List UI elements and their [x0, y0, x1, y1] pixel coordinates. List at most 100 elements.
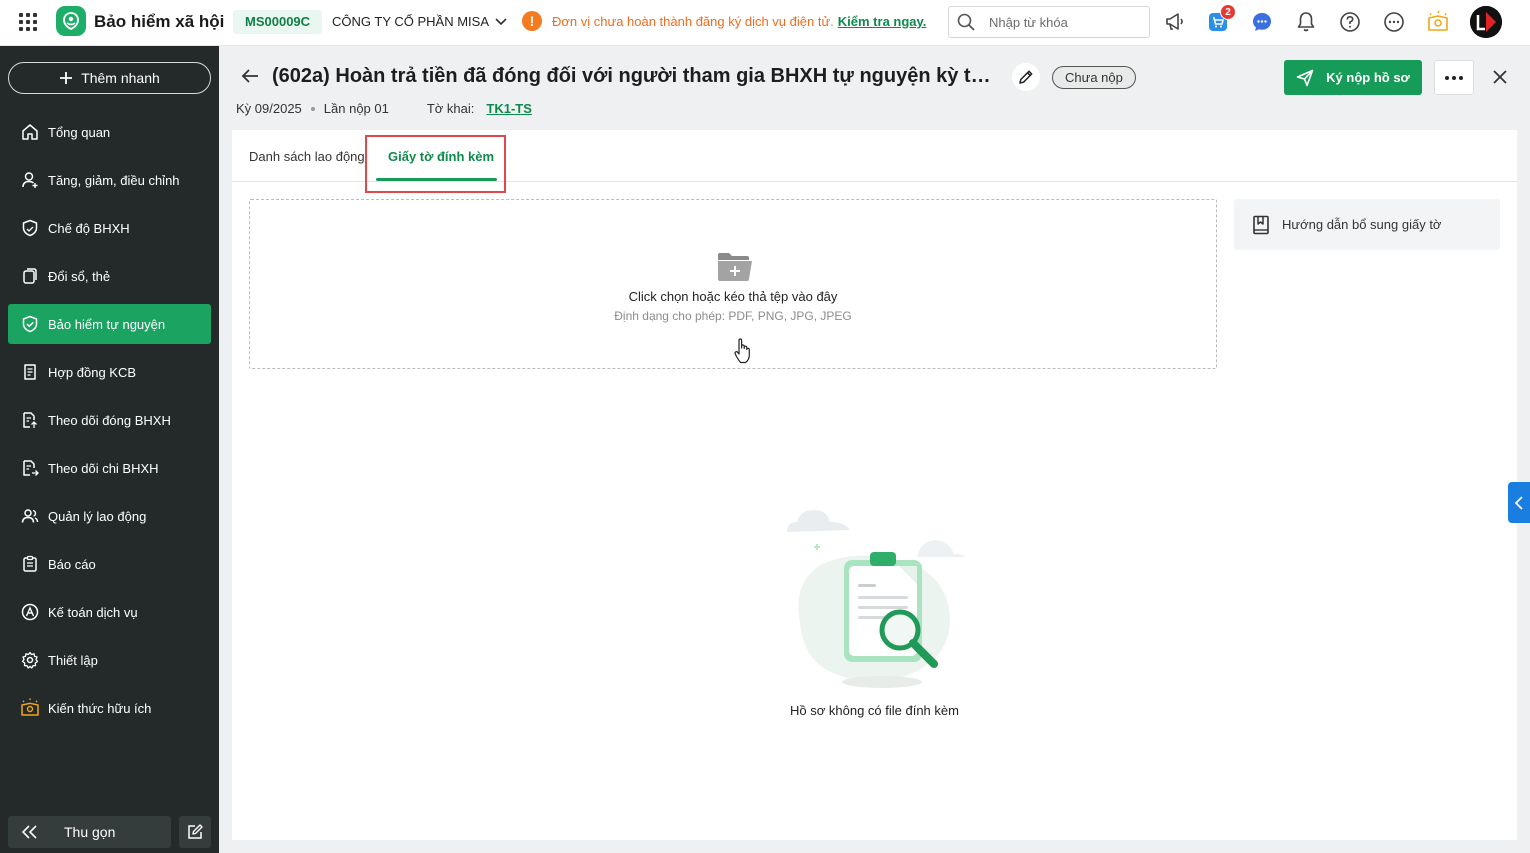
- lightbulb-icon[interactable]: [1426, 10, 1450, 34]
- knowledge-icon: [20, 698, 40, 718]
- sidebar-item-label: Kiến thức hữu ích: [48, 700, 152, 716]
- top-bar: Bảo hiểm xã hội MS00009C CÔNG TY CỔ PHẦN…: [0, 0, 1530, 46]
- accounting-icon: [20, 602, 40, 622]
- sidebar-item-kcb-contract[interactable]: Hợp đồng KCB: [8, 352, 211, 392]
- form-code-link[interactable]: TK1-TS: [486, 101, 532, 116]
- hand-cursor-icon: [734, 338, 752, 364]
- sidebar-item-accounting-service[interactable]: Kế toán dịch vụ: [8, 592, 211, 632]
- submission-count: Lần nộp 01: [323, 101, 389, 116]
- sidebar-item-reports[interactable]: Báo cáo: [8, 544, 211, 584]
- help-icon[interactable]: [1338, 10, 1362, 34]
- app-title: Bảo hiểm xã hội: [94, 12, 225, 31]
- sidebar-item-overview[interactable]: Tổng quan: [8, 112, 211, 152]
- sidebar-item-label: Quản lý lao động: [48, 508, 147, 524]
- contract-icon: [20, 362, 40, 382]
- avatar[interactable]: [1470, 6, 1502, 38]
- edit-menu-button[interactable]: [179, 816, 211, 848]
- sidebar-item-voluntary-insurance[interactable]: Bảo hiểm tự nguyện: [8, 304, 211, 344]
- search-icon: [957, 13, 975, 31]
- highlight-box: [365, 135, 506, 193]
- sidebar-item-label: Báo cáo: [48, 556, 96, 572]
- tab-bar: Danh sách lao động Giấy tờ đính kèm: [232, 130, 1517, 193]
- content-panel: Danh sách lao động Giấy tờ đính kèm Clic…: [232, 130, 1517, 840]
- app-logo: [56, 6, 86, 36]
- sidebar-item-label: Thiết lập: [48, 652, 98, 668]
- warning-message: Đơn vị chưa hoàn thành đăng ký dịch vụ đ…: [552, 14, 926, 29]
- submit-label: Ký nộp hồ sơ: [1326, 70, 1410, 85]
- sidebar-item-label: Kế toán dịch vụ: [48, 604, 138, 620]
- chevron-down-icon: [495, 17, 507, 25]
- search-input[interactable]: [989, 14, 1139, 30]
- card-icon: [20, 266, 40, 286]
- gear-icon: [20, 650, 40, 670]
- guide-label: Hướng dẫn bổ sung giấy tờ: [1282, 217, 1442, 232]
- sidebar-item-label: Tổng quan: [48, 124, 111, 140]
- send-icon: [1296, 69, 1314, 86]
- sidebar-item-card-exchange[interactable]: Đổi sổ, thẻ: [8, 256, 211, 296]
- warning-icon: !: [522, 11, 542, 31]
- double-chevron-left-icon: [22, 825, 38, 839]
- pencil-icon: [1019, 70, 1033, 84]
- sidebar-item-settings[interactable]: Thiết lập: [8, 640, 211, 680]
- empty-state-illustration: [782, 502, 972, 692]
- collapse-button[interactable]: Thu gọn: [8, 816, 171, 848]
- side-panel-toggle[interactable]: [1508, 482, 1530, 523]
- edit-icon: [188, 824, 203, 839]
- cart-badge: 2: [1220, 4, 1236, 20]
- megaphone-icon[interactable]: [1163, 10, 1187, 34]
- declaration-meta: Kỳ 09/2025 Lần nộp 01 Tờ khai: TK1-TS: [236, 101, 532, 116]
- book-icon: [1252, 215, 1270, 235]
- user-icon: [20, 170, 40, 190]
- quick-add-button[interactable]: Thêm nhanh: [8, 62, 211, 94]
- sidebar-item-knowledge[interactable]: Kiến thức hữu ích: [8, 688, 211, 728]
- dropzone-instruction: Click chọn hoặc kéo thả tệp vào đây: [628, 289, 838, 304]
- dropzone-formats: Định dạng cho phép: PDF, PNG, JPG, JPEG: [614, 309, 852, 323]
- sidebar-item-label: Đổi sổ, thẻ: [48, 268, 111, 284]
- sidebar-item-track-spending[interactable]: Theo dõi chi BHXH: [8, 448, 211, 488]
- sidebar-item-label: Theo dõi chi BHXH: [48, 460, 159, 476]
- sidebar-item-regimes[interactable]: Chế độ BHXH: [8, 208, 211, 248]
- folder-add-icon: [717, 252, 753, 282]
- check-now-link[interactable]: Kiểm tra ngay.: [838, 14, 927, 29]
- warning-text: Đơn vị chưa hoàn thành đăng ký dịch vụ đ…: [552, 14, 834, 29]
- sidebar-item-track-payments[interactable]: Theo dõi đóng BHXH: [8, 400, 211, 440]
- sidebar-item-label: Theo dõi đóng BHXH: [48, 412, 171, 428]
- doc-out-icon: [20, 458, 40, 478]
- file-dropzone[interactable]: Click chọn hoặc kéo thả tệp vào đây Định…: [249, 199, 1217, 369]
- tab-employees[interactable]: Danh sách lao động: [249, 149, 365, 164]
- quick-add-label: Thêm nhanh: [81, 70, 160, 86]
- period: Kỳ 09/2025: [236, 101, 302, 116]
- users-icon: [20, 506, 40, 526]
- sidebar-item-label: Hợp đồng KCB: [48, 364, 137, 380]
- chat-icon[interactable]: [1250, 10, 1274, 34]
- shield-check-icon: [20, 314, 40, 334]
- tax-code: MS00009C: [233, 10, 323, 34]
- more-icon[interactable]: [1382, 10, 1406, 34]
- back-arrow-icon[interactable]: [240, 66, 260, 86]
- company-selector[interactable]: CÔNG TY CỔ PHẦN MISA: [332, 14, 507, 29]
- plus-icon: [60, 72, 73, 84]
- sidebar: Thêm nhanh Tổng quan Tăng, giảm, điều ch…: [0, 46, 219, 853]
- edit-title-button[interactable]: [1012, 63, 1040, 91]
- form-label: Tờ khai:: [426, 101, 475, 116]
- sidebar-item-label: Bảo hiểm tự nguyện: [48, 316, 166, 332]
- company-name: CÔNG TY CỔ PHẦN MISA: [332, 14, 489, 29]
- sidebar-item-labor-management[interactable]: Quản lý lao động: [8, 496, 211, 536]
- close-icon[interactable]: [1490, 67, 1510, 87]
- sign-submit-button[interactable]: Ký nộp hồ sơ: [1284, 60, 1422, 95]
- sidebar-item-label: Chế độ BHXH: [48, 220, 130, 236]
- chevron-left-icon: [1515, 495, 1523, 510]
- sidebar-nav: Tổng quan Tăng, giảm, điều chỉnh Chế độ …: [8, 112, 211, 736]
- more-actions-button[interactable]: [1434, 60, 1474, 95]
- supplement-guide-button[interactable]: Hướng dẫn bổ sung giấy tờ: [1234, 199, 1500, 250]
- apps-icon[interactable]: [19, 13, 37, 31]
- shield-hand-icon: [20, 218, 40, 238]
- report-icon: [20, 554, 40, 574]
- sidebar-item-adjustments[interactable]: Tăng, giảm, điều chỉnh: [8, 160, 211, 200]
- search-box: [948, 6, 1150, 38]
- doc-pay-icon: [20, 410, 40, 430]
- home-icon: [20, 122, 40, 142]
- bell-icon[interactable]: [1294, 10, 1318, 34]
- status-badge: Chưa nộp: [1052, 66, 1136, 89]
- sidebar-item-label: Tăng, giảm, điều chỉnh: [48, 172, 180, 188]
